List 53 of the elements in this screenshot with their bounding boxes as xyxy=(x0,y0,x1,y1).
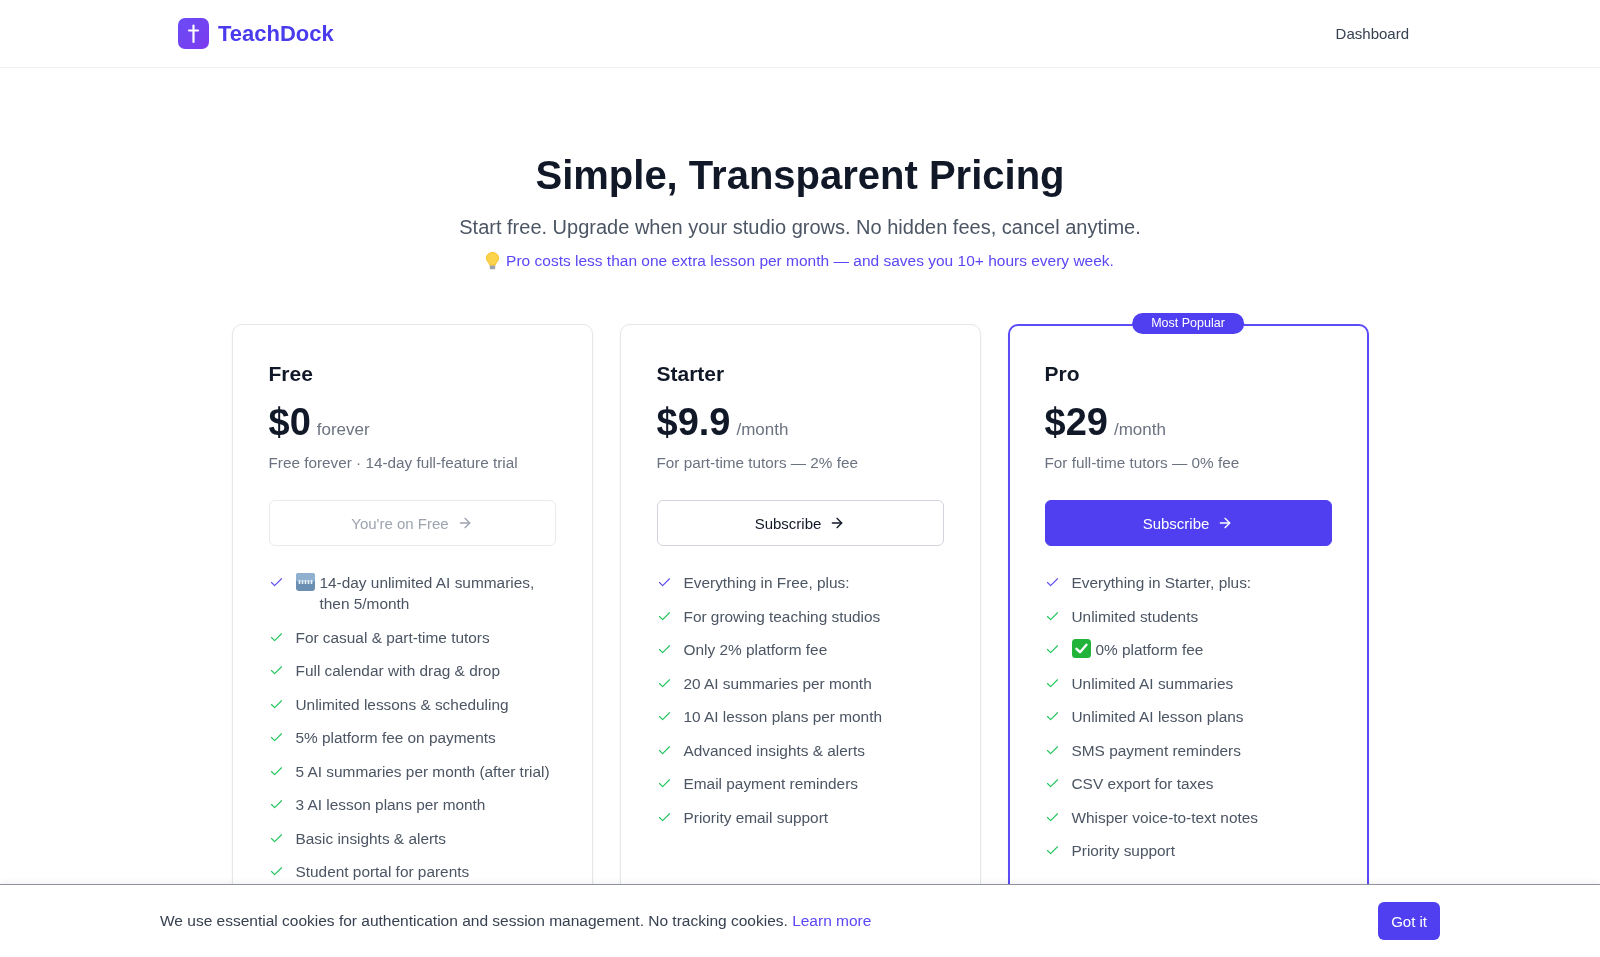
lightbulb-icon xyxy=(486,252,500,270)
feature-text: SMS payment reminders xyxy=(1071,740,1242,761)
feature-text: 5 AI summaries per month (after trial) xyxy=(295,761,551,782)
feature-text: 5% platform fee on payments xyxy=(295,728,497,748)
feature-text: Unlimited students xyxy=(1071,606,1200,627)
learn-more-link[interactable]: Learn more xyxy=(792,912,872,929)
plan-price: $29 xyxy=(1044,402,1108,442)
feature-text: Advanced insights & alerts xyxy=(683,740,866,761)
price-period: /month xyxy=(736,419,789,441)
feature-text: For growing teaching studios xyxy=(683,606,882,627)
feature-text: Priority support xyxy=(1071,841,1176,861)
page-subtitle: Start free. Upgrade when your studio grows. No hidden fees, cancel anytime. xyxy=(459,215,1141,240)
plan-button[interactable]: Subscribe xyxy=(1044,500,1332,546)
feature-text: Everything in Starter, plus: xyxy=(1071,573,1253,593)
feature-text: Priority email support xyxy=(683,807,830,828)
plan-description: For full-time tutors — 0% fee xyxy=(1044,453,1241,473)
feature-text: Basic insights & alerts xyxy=(295,828,448,849)
plan-name: Starter xyxy=(656,361,726,387)
plan-price: $0 xyxy=(268,402,311,442)
feature-text: 20 AI summaries per month xyxy=(683,673,873,694)
feature-text: Everything in Free, plus: xyxy=(683,573,851,593)
brand-name: TeachDock xyxy=(218,19,334,48)
plan-name: Pro xyxy=(1044,361,1081,387)
plan-description: Free forever · 14-day full-feature trial xyxy=(268,453,519,473)
got-it-button[interactable]: Got it xyxy=(1378,902,1440,940)
popular-badge: Most Popular xyxy=(1132,313,1244,334)
feature-text: Unlimited lessons & scheduling xyxy=(295,694,510,715)
feature-text: Unlimited AI lesson plans xyxy=(1071,707,1245,727)
plan-description: For part-time tutors — 2% fee xyxy=(656,453,859,473)
tip-text: Pro costs less than one extra lesson per month — and saves you 10+ hours every week. xyxy=(506,251,1114,271)
feature-text: 3 AI lesson plans per month xyxy=(295,795,487,815)
plan-button[interactable]: Subscribe xyxy=(656,500,944,546)
feature-text: Student portal for parents xyxy=(295,862,471,882)
dashboard-link[interactable]: Dashboard xyxy=(1335,23,1409,44)
plan-name: Free xyxy=(268,361,314,387)
cookie-notice: We use essential cookies for authentication and session management. No tracking cookies. Learn more xyxy=(160,911,872,931)
feature-text: Email payment reminders xyxy=(683,774,859,794)
feature-text: 10 AI lesson plans per month xyxy=(683,707,883,727)
page-title: Simple, Transparent Pricing xyxy=(535,152,1065,199)
feature-text: Only 2% platform fee xyxy=(683,640,829,660)
feature-text: 14-day unlimited AI summaries, then 5/month xyxy=(319,573,536,614)
price-period: /month xyxy=(1113,419,1166,441)
feature-text: 0% platform fee xyxy=(1095,640,1205,660)
feature-text: CSV export for taxes xyxy=(1071,774,1215,794)
feature-text: For casual & part-time tutors xyxy=(295,627,491,648)
check-box-icon xyxy=(1071,639,1091,658)
feature-text: Full calendar with drag & drop xyxy=(295,661,501,681)
plan-price: $9.9 xyxy=(656,402,731,442)
logo-icon xyxy=(178,18,209,49)
feature-text: Unlimited AI summaries xyxy=(1071,673,1235,694)
tile-icon xyxy=(295,573,315,591)
price-period: forever xyxy=(316,419,370,441)
feature-text: Whisper voice-to-text notes xyxy=(1071,807,1259,828)
